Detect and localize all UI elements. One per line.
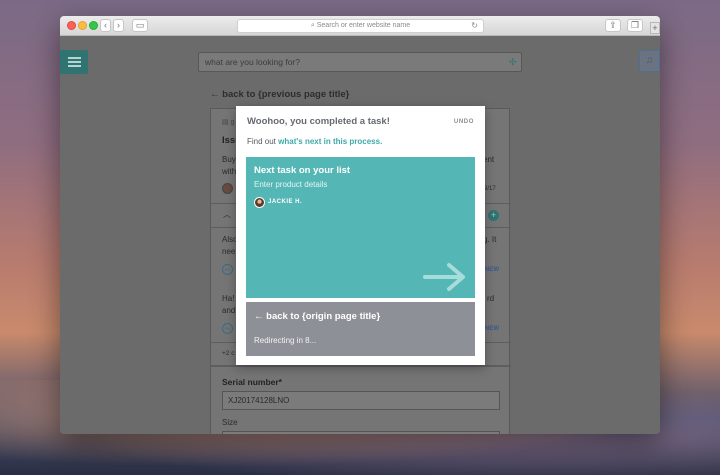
next-task-subtitle: Enter product details (254, 180, 328, 189)
modal-subtitle: Find out what's next in this process. (247, 137, 382, 146)
search-input[interactable]: what are you looking for? ✣ (198, 52, 522, 72)
add-comment-button[interactable]: + (488, 210, 499, 221)
serial-number-label: Serial number* (222, 377, 282, 387)
back-to-previous-link[interactable]: ← back to {previous page title} (210, 89, 349, 100)
new-tab-button[interactable]: + (650, 22, 660, 34)
size-label: Size (222, 418, 238, 427)
assignee-avatar (254, 197, 265, 208)
minimize-window-button[interactable] (78, 21, 87, 30)
zoom-window-button[interactable] (89, 21, 98, 30)
comment2-line2: and (222, 306, 236, 315)
size-field[interactable] (222, 431, 500, 434)
reload-icon[interactable]: ↻ (471, 20, 478, 32)
forward-nav-button[interactable]: › (113, 19, 124, 32)
share-icon[interactable]: ⇪ (605, 19, 621, 32)
search-icon[interactable]: ✣ (509, 55, 519, 69)
comment1-line1-end: g. It (483, 235, 497, 244)
arrow-right-icon[interactable] (423, 262, 467, 292)
comment2-line1-end: rd (487, 294, 495, 303)
modal-subtitle-prefix: Find out (247, 137, 279, 146)
close-window-button[interactable] (67, 21, 76, 30)
tabs-icon[interactable]: ❐ (627, 19, 643, 32)
bell-icon[interactable]: ♫ (639, 50, 660, 72)
whats-next-link[interactable]: what's next in this process. (278, 137, 382, 146)
issue-date: 9/17 (484, 186, 496, 192)
url-placeholder: Search or enter website name (316, 22, 411, 29)
task-complete-modal: Woohoo, you completed a task! UNDO Find … (236, 106, 485, 365)
origin-link[interactable]: ← back to {origin page title} (254, 311, 380, 322)
doc-icon: ▤ g (222, 119, 235, 126)
avatar (222, 183, 233, 194)
comment1-avatar: PN (222, 264, 233, 275)
next-task-card[interactable]: Next task on your list Enter product det… (246, 157, 475, 298)
comment1-line2: nee (222, 247, 236, 256)
issue-body-line1: Buy (222, 155, 236, 164)
url-bar[interactable]: ⌕ Search or enter website name ↻ (237, 19, 484, 33)
browser-titlebar: ‹ › ▭ ⌕ Search or enter website name ↻ ⇪… (60, 16, 660, 36)
issue-body-line2: with (222, 167, 237, 176)
comment1-new-badge: NEW (485, 267, 499, 273)
serial-number-field[interactable]: XJ20174128LNO (222, 391, 500, 410)
more-comments-link[interactable]: +2 c (222, 350, 234, 357)
next-task-title: Next task on your list (254, 165, 351, 176)
redirect-countdown: Redirecting in 8... (254, 336, 317, 345)
comment2-avatar: PN (222, 323, 233, 334)
back-to-origin-card[interactable]: ← back to {origin page title} Redirectin… (246, 302, 475, 356)
chevron-up-icon[interactable]: ︿ (223, 209, 231, 220)
sidebar-icon[interactable]: ▭ (132, 19, 148, 32)
modal-title: Woohoo, you completed a task! (247, 116, 390, 127)
comment2-line1: Ha! (222, 294, 235, 303)
menu-button[interactable] (60, 50, 88, 74)
hamburger-icon (68, 57, 81, 59)
back-nav-button[interactable]: ‹ (100, 19, 111, 32)
search-placeholder: what are you looking for? (205, 57, 300, 67)
comment2-new-badge: NEW (485, 326, 499, 332)
assignee-name: JACKIE H. (268, 199, 303, 205)
undo-button[interactable]: UNDO (454, 119, 474, 125)
